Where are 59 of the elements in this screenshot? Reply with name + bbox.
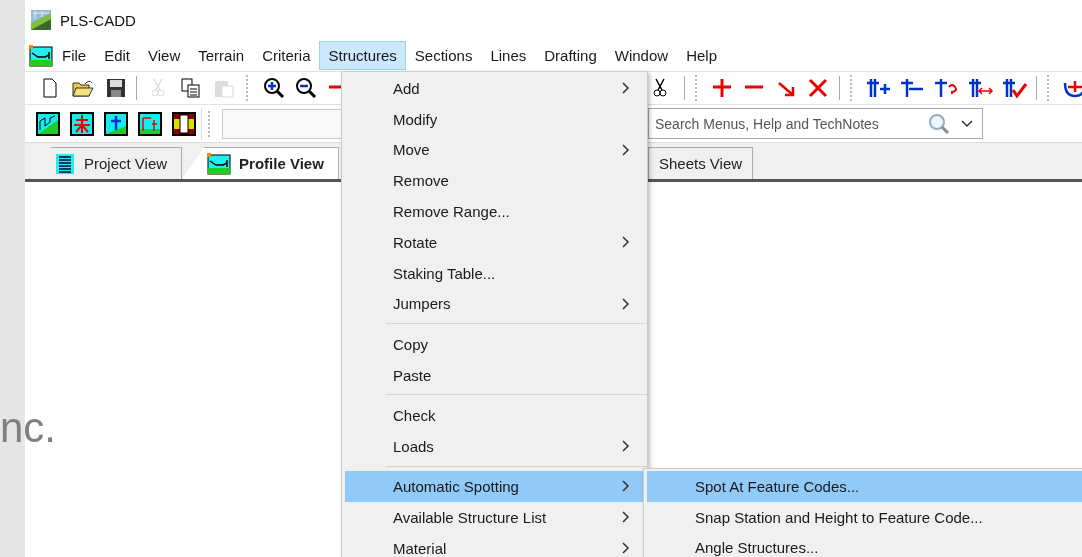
menu-bar-item[interactable]: Criteria: [253, 41, 320, 70]
save-icon[interactable]: [105, 78, 126, 98]
slide-text: nc.: [0, 404, 57, 452]
menu-item[interactable]: Rotate: [345, 227, 644, 258]
menu-bar-item[interactable]: File: [53, 41, 96, 70]
list-icon: [54, 152, 76, 175]
menu-bar-item[interactable]: Structures: [319, 41, 406, 70]
menu-bar-item[interactable]: Window: [605, 41, 678, 70]
caret-icon[interactable]: [961, 119, 973, 128]
menu-bar-item[interactable]: Sections: [405, 41, 482, 70]
new-file-icon[interactable]: [40, 78, 59, 98]
menu-item[interactable]: Loads: [345, 430, 644, 462]
document-icon: [207, 152, 232, 175]
menu-item[interactable]: Remove Range...: [345, 196, 644, 227]
pole-minus-icon[interactable]: [900, 77, 926, 99]
menu-bar-item[interactable]: View: [139, 41, 190, 70]
document-icon[interactable]: [29, 44, 53, 67]
pole-plus-icon[interactable]: [866, 77, 892, 99]
tab[interactable]: Sheets View: [648, 147, 754, 179]
copy-icon[interactable]: [180, 78, 201, 98]
menu-item[interactable]: Paste: [345, 359, 644, 391]
search-field[interactable]: Search Menus, Help and TechNotes: [648, 108, 983, 139]
app-icon: [30, 9, 52, 31]
menu-item[interactable]: Add: [345, 73, 644, 104]
structure-icon[interactable]: [104, 111, 128, 136]
zoom-in-icon[interactable]: [263, 77, 285, 99]
section-icon[interactable]: [172, 111, 196, 136]
tab[interactable]: Profile View: [182, 147, 339, 179]
menu-item[interactable]: Spot At Feature Codes...: [647, 471, 1082, 502]
zoom-out-icon[interactable]: [295, 77, 317, 99]
menu-item[interactable]: Remove: [345, 165, 644, 197]
menu-bar-item[interactable]: Terrain: [189, 41, 254, 70]
menu-item[interactable]: Modify: [345, 103, 644, 135]
profile-icon[interactable]: [138, 111, 162, 136]
tower-icon[interactable]: [70, 111, 94, 136]
menu-item[interactable]: Move: [345, 134, 644, 166]
menu-item[interactable]: Jumpers: [345, 288, 644, 320]
menu-item[interactable]: Check: [345, 399, 644, 431]
menu-bar-item[interactable]: Drafting: [535, 41, 606, 70]
menu-item[interactable]: Material: [345, 532, 644, 557]
tab[interactable]: Project View: [29, 147, 183, 179]
terrain-icon[interactable]: [36, 111, 60, 136]
menu-bar-item[interactable]: Lines: [481, 41, 536, 70]
input-field[interactable]: [222, 108, 344, 139]
window-title: PLS-CADD: [60, 11, 136, 29]
menu-item[interactable]: Angle Structures...: [647, 532, 1082, 557]
menu-item[interactable]: Automatic Spotting: [345, 471, 644, 502]
menu-bar-item[interactable]: Edit: [95, 41, 140, 70]
menu-bar-item[interactable]: Help: [677, 41, 726, 70]
menu-item[interactable]: Staking Table...: [345, 257, 644, 289]
menu-item[interactable]: Copy: [345, 328, 644, 360]
pole-arrow-icon[interactable]: [968, 77, 994, 99]
pole-check-icon[interactable]: [1002, 77, 1028, 99]
menu-item[interactable]: Available Structure List: [345, 501, 644, 533]
pole-question-icon[interactable]: [934, 77, 960, 99]
search-icon[interactable]: [927, 111, 951, 136]
open-folder-icon[interactable]: [71, 78, 94, 98]
scissors-icon[interactable]: [652, 78, 668, 98]
menu-item[interactable]: Snap Station and Height to Feature Code...: [647, 501, 1082, 533]
